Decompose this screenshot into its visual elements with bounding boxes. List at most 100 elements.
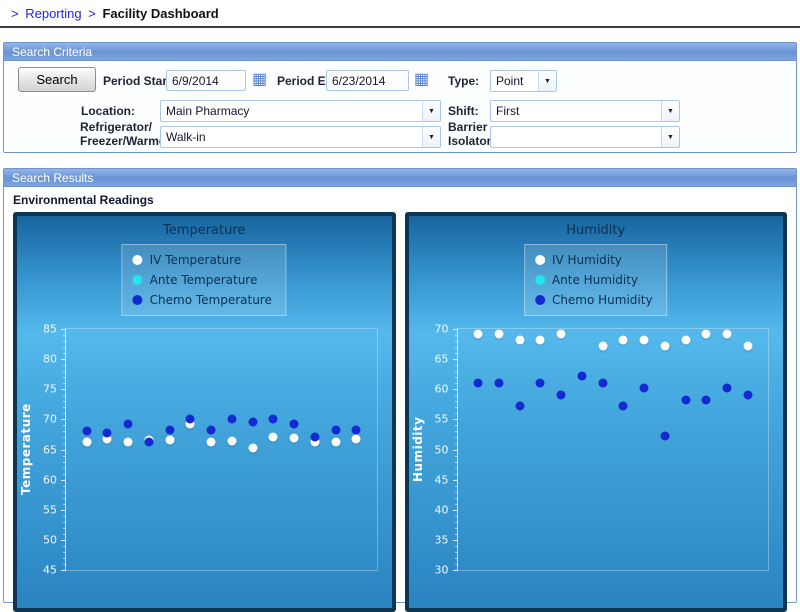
y-axis-minor-tick — [455, 462, 458, 463]
y-axis-major-tick — [61, 389, 66, 390]
calendar-icon[interactable] — [414, 71, 432, 88]
location-dropdown[interactable]: Main Pharmacy ▼ — [160, 100, 441, 122]
data-point — [494, 378, 503, 387]
data-point — [165, 426, 174, 435]
y-tick-label: 55 — [419, 413, 449, 426]
data-point — [474, 378, 483, 387]
y-axis-major-tick — [453, 480, 458, 481]
plot-area: Temperature 455055606570758085 — [65, 328, 378, 571]
y-axis-major-tick — [61, 450, 66, 451]
y-axis-minor-tick — [455, 377, 458, 378]
y-tick-label: 65 — [27, 443, 57, 456]
y-axis-minor-tick — [455, 558, 458, 559]
y-tick-label: 35 — [419, 533, 449, 546]
y-axis-minor-tick — [455, 456, 458, 457]
y-axis-minor-tick — [63, 425, 66, 426]
data-point — [352, 426, 361, 435]
legend-dot-icon — [535, 255, 545, 265]
y-axis-minor-tick — [63, 528, 66, 529]
legend-dot-icon — [133, 255, 143, 265]
y-axis-minor-tick — [63, 486, 66, 487]
data-point — [269, 433, 278, 442]
search-button[interactable]: Search — [18, 67, 96, 92]
legend-dot-icon — [133, 275, 143, 285]
period-start-label: Period Start: — [103, 74, 175, 88]
y-axis-minor-tick — [63, 492, 66, 493]
location-dropdown-value: Main Pharmacy — [161, 104, 422, 118]
period-end-input[interactable] — [326, 70, 409, 91]
data-point — [227, 415, 236, 424]
y-axis-major-tick — [453, 389, 458, 390]
data-point — [723, 384, 732, 393]
y-axis-major-tick — [453, 570, 458, 571]
y-axis-minor-tick — [455, 528, 458, 529]
y-tick-label: 45 — [27, 564, 57, 577]
y-axis-minor-tick — [63, 365, 66, 366]
data-point — [557, 390, 566, 399]
chart-legend: IV TemperatureAnte TemperatureChemo Temp… — [122, 244, 287, 316]
y-axis-minor-tick — [63, 558, 66, 559]
data-point — [494, 330, 503, 339]
location-label: Location: — [81, 104, 135, 118]
data-point — [598, 378, 607, 387]
y-axis-minor-tick — [455, 407, 458, 408]
legend-label: Chemo Temperature — [150, 293, 272, 307]
refrigerator-dropdown-value: Walk-in — [161, 130, 422, 144]
legend-item: IV Temperature — [133, 250, 272, 270]
y-axis-minor-tick — [455, 552, 458, 553]
data-point — [124, 438, 133, 447]
y-axis-minor-tick — [63, 468, 66, 469]
data-point — [536, 378, 545, 387]
y-axis-minor-tick — [63, 498, 66, 499]
breadcrumb-link-reporting[interactable]: Reporting — [25, 6, 81, 21]
breadcrumb-current-page: Facility Dashboard — [102, 6, 218, 21]
y-axis-minor-tick — [63, 335, 66, 336]
data-point — [557, 330, 566, 339]
chevron-down-icon[interactable]: ▼ — [422, 127, 440, 147]
type-label: Type: — [448, 74, 479, 88]
y-axis-minor-tick — [455, 335, 458, 336]
chevron-down-icon[interactable]: ▼ — [661, 101, 679, 121]
y-axis-minor-tick — [455, 492, 458, 493]
shift-dropdown[interactable]: First ▼ — [490, 100, 680, 122]
data-point — [619, 401, 628, 410]
chevron-down-icon[interactable]: ▼ — [422, 101, 440, 121]
shift-dropdown-value: First — [491, 104, 661, 118]
period-start-input[interactable] — [166, 70, 246, 91]
barrier-isolator-label: BarrierIsolator: — [448, 120, 495, 148]
chevron-down-icon[interactable]: ▼ — [538, 71, 556, 91]
search-criteria-body: Search Period Start: Period End: Type: P… — [4, 61, 796, 152]
chart-title: Humidity — [409, 223, 784, 238]
barrier-isolator-dropdown[interactable]: ▼ — [490, 126, 680, 148]
data-point — [619, 335, 628, 344]
y-axis-minor-tick — [63, 522, 66, 523]
y-axis-minor-tick — [63, 341, 66, 342]
y-axis-minor-tick — [455, 365, 458, 366]
type-dropdown-value: Point — [491, 74, 538, 88]
y-axis-minor-tick — [455, 564, 458, 565]
y-axis-minor-tick — [63, 377, 66, 378]
data-point — [269, 414, 278, 423]
type-dropdown[interactable]: Point ▼ — [490, 70, 557, 92]
y-axis-major-tick — [453, 329, 458, 330]
y-axis-minor-tick — [455, 371, 458, 372]
y-axis-minor-tick — [455, 431, 458, 432]
y-axis-major-tick — [453, 510, 458, 511]
y-axis-minor-tick — [63, 383, 66, 384]
environmental-readings-heading: Environmental Readings — [4, 187, 796, 212]
chevron-down-icon[interactable]: ▼ — [661, 127, 679, 147]
data-point — [207, 437, 216, 446]
y-axis-minor-tick — [63, 534, 66, 535]
refrigerator-dropdown[interactable]: Walk-in ▼ — [160, 126, 441, 148]
calendar-icon[interactable] — [252, 71, 270, 88]
data-point — [124, 419, 133, 428]
y-axis-minor-tick — [455, 443, 458, 444]
data-point — [640, 335, 649, 344]
y-axis-major-tick — [61, 480, 66, 481]
y-axis-minor-tick — [63, 347, 66, 348]
y-axis-minor-tick — [455, 437, 458, 438]
data-point — [290, 434, 299, 443]
y-axis-minor-tick — [455, 486, 458, 487]
y-tick-label: 65 — [419, 353, 449, 366]
y-axis-minor-tick — [63, 437, 66, 438]
